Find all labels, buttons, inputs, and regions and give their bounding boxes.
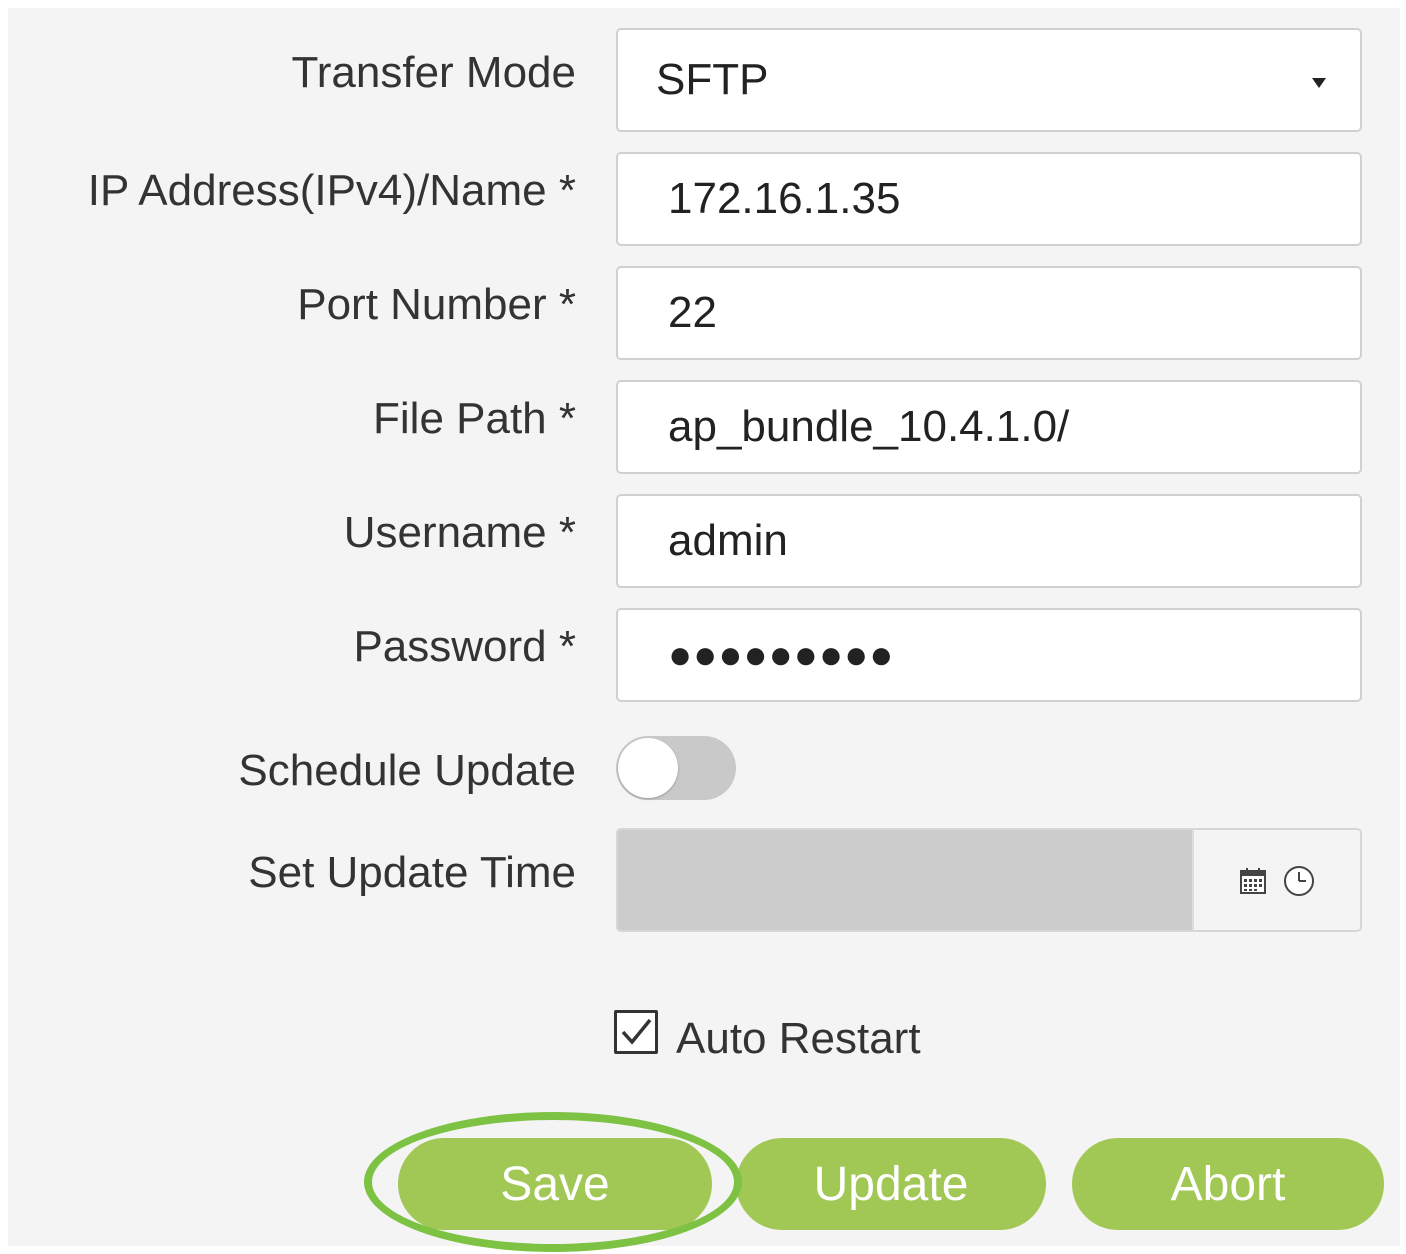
set-update-time-label: Set Update Time xyxy=(248,848,576,897)
schedule-update-label: Schedule Update xyxy=(238,746,576,795)
username-input[interactable] xyxy=(616,494,1362,588)
clock-icon xyxy=(1282,864,1316,903)
update-time-picker xyxy=(616,828,1362,932)
update-time-input xyxy=(618,830,1192,930)
password-input[interactable]: ●●●●●●●●● xyxy=(616,608,1362,702)
auto-restart-label: Auto Restart xyxy=(676,1014,921,1063)
save-button[interactable]: Save xyxy=(398,1138,712,1230)
update-button[interactable]: Update xyxy=(736,1138,1046,1230)
file-path-input[interactable] xyxy=(616,380,1362,474)
password-label: Password * xyxy=(353,622,576,671)
transfer-mode-select[interactable]: SFTP xyxy=(616,28,1362,132)
transfer-mode-label: Transfer Mode xyxy=(291,48,576,97)
checkmark-icon xyxy=(621,1018,652,1045)
toggle-knob xyxy=(618,738,678,798)
calendar-icon xyxy=(1238,866,1268,901)
caret-down-icon xyxy=(1312,78,1326,88)
transfer-mode-value: SFTP xyxy=(656,55,769,104)
file-path-label: File Path * xyxy=(373,394,576,443)
username-label: Username * xyxy=(343,508,576,557)
password-mask: ●●●●●●●●● xyxy=(668,632,895,677)
schedule-update-toggle[interactable] xyxy=(616,736,736,800)
port-number-label: Port Number * xyxy=(297,280,576,329)
abort-button[interactable]: Abort xyxy=(1072,1138,1384,1230)
port-number-input[interactable] xyxy=(616,266,1362,360)
auto-restart-checkbox[interactable] xyxy=(614,1010,658,1054)
auto-restart-option[interactable]: Auto Restart xyxy=(614,1000,921,1064)
ip-address-label: IP Address(IPv4)/Name * xyxy=(87,166,576,215)
datetime-picker-addon[interactable] xyxy=(1192,830,1360,930)
ip-address-input[interactable] xyxy=(616,152,1362,246)
